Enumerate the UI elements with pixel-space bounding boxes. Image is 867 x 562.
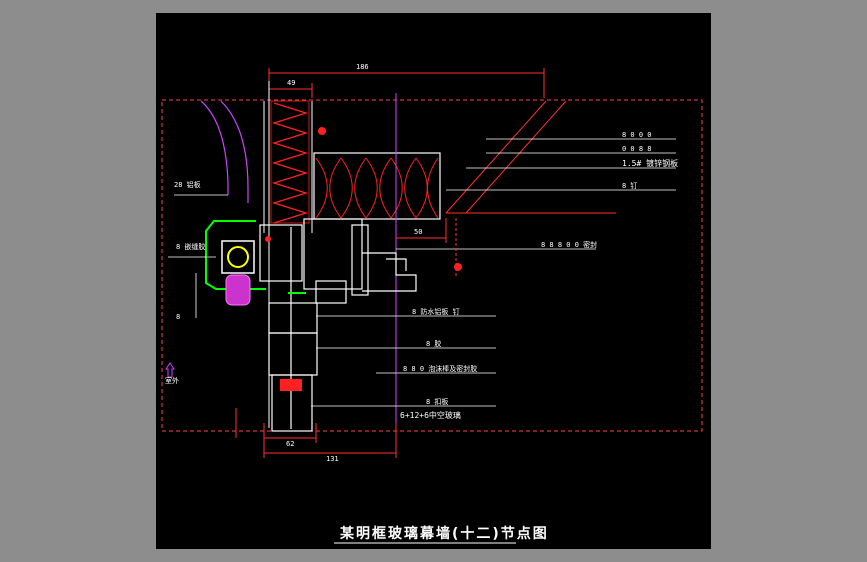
callout-right-7: 8 8 0 泡沫棒及密封胶 xyxy=(403,364,477,373)
frame-profile xyxy=(259,218,417,432)
callout-left-1: 28 铝板 xyxy=(174,180,201,189)
left-callout-leaders xyxy=(168,256,216,318)
side-arrow-label: 室外 xyxy=(165,376,179,385)
dim-bottom-b: 131 xyxy=(326,455,339,463)
callout-left-3: 8 xyxy=(176,313,180,321)
insulation-wave xyxy=(315,157,439,219)
drawing-canvas: 186 49 28 铝板 8 0 0 0 0 0 8 8 1.5# 镀锌钢板 8… xyxy=(156,13,711,549)
callout-right-1: 0 0 8 8 xyxy=(622,145,652,153)
hatch-diagonal xyxy=(445,100,616,214)
top-dimension xyxy=(268,68,545,98)
dim-mid: 50 xyxy=(414,228,422,236)
callout-right-6: 8 胶 xyxy=(426,339,441,348)
bolt-fixture xyxy=(221,240,255,306)
dim-top-insul: 49 xyxy=(287,79,295,87)
side-arrow xyxy=(165,362,175,378)
drawing-title: 某明框玻璃幕墙(十二)节点图 xyxy=(340,525,549,542)
bottom-dimension xyxy=(235,408,397,458)
callout-right-0: 8 0 0 0 xyxy=(622,131,652,139)
callout-right-9: 6+12+6中空玻璃 xyxy=(400,410,461,420)
curtain-wall-node-diagram: 186 49 28 铝板 8 0 0 0 0 0 8 8 1.5# 镀锌钢板 8… xyxy=(161,63,703,544)
dim-bottom-a: 62 xyxy=(286,440,294,448)
callout-right-5: 8 防水铝板 钉 xyxy=(412,307,460,316)
dim-top-overall: 186 xyxy=(356,63,369,71)
mid-dimension xyxy=(396,218,457,278)
leaders-right xyxy=(311,138,676,407)
callout-right-2: 1.5# 镀锌钢板 xyxy=(622,158,678,168)
callout-left-2: 8 嵌缝胶 xyxy=(176,242,205,251)
insulation-zigzag xyxy=(271,102,309,224)
callout-right-3: 8 钉 xyxy=(622,181,637,190)
callout-right-8: 8 扣板 xyxy=(426,397,448,406)
callout-right-4: 8 8 8 0 0 密封 xyxy=(541,240,597,249)
curved-edge xyxy=(200,100,249,203)
